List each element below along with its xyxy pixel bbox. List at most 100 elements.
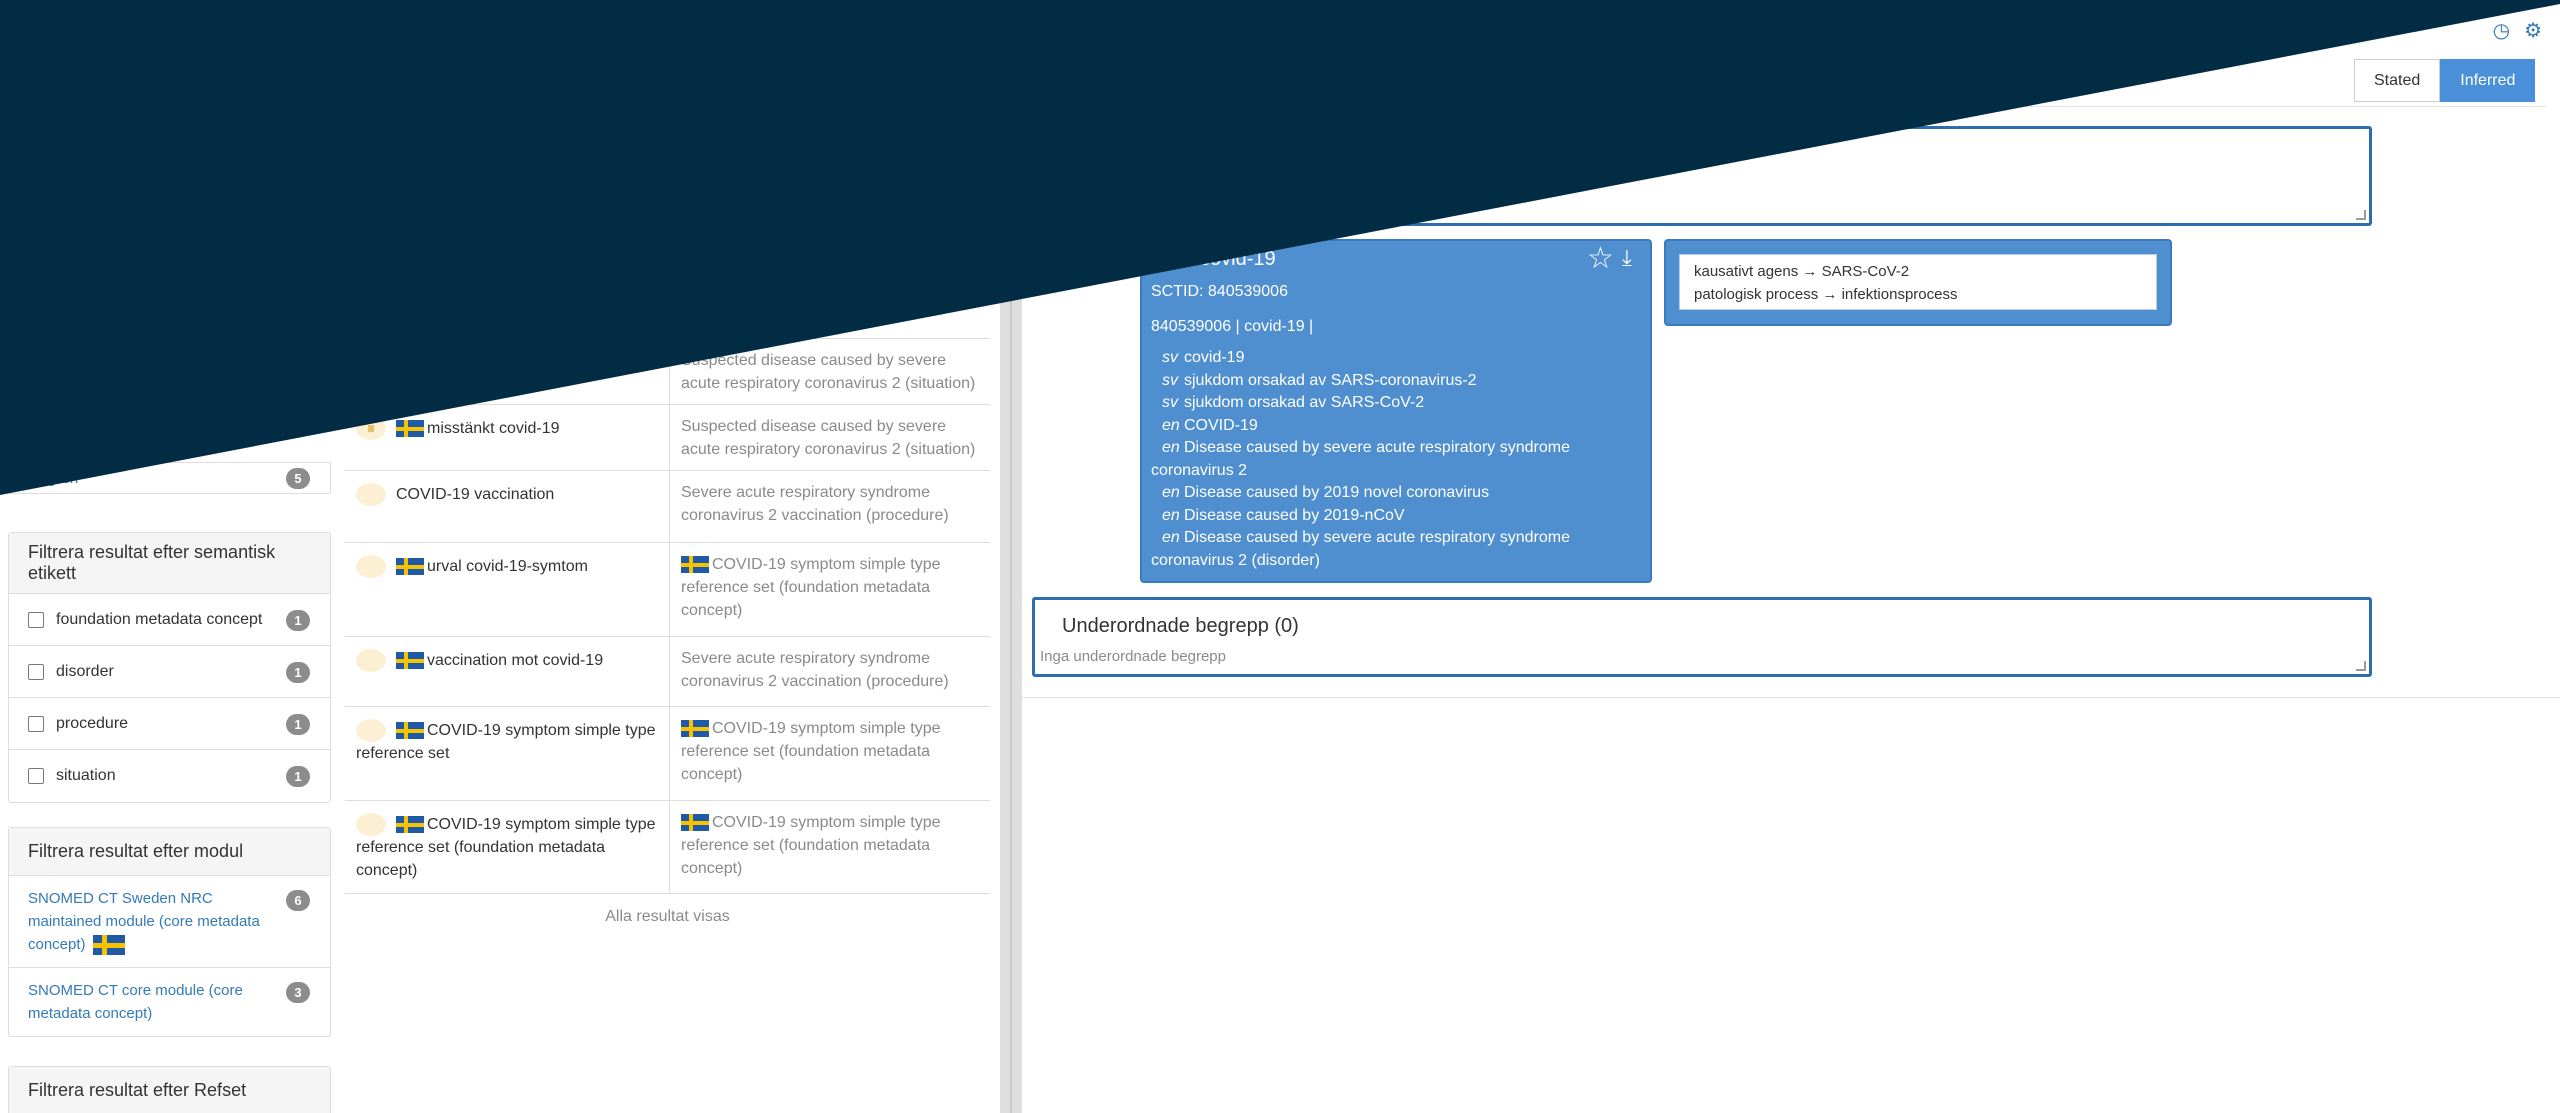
description-item: sv sjukdom orsakad av SARS-coronavirus-2 xyxy=(1151,370,1646,393)
module-filter-item[interactable]: SNOMED CT core module (core metadata con… xyxy=(9,968,330,1036)
description-text: sjukdom orsakad av SARS-CoV-2 xyxy=(1184,394,1425,411)
result-term-cell: COVID-19 vaccination xyxy=(345,471,669,514)
module-filter-label: SNOMED CT Sweden NRC maintained module (… xyxy=(28,890,260,953)
result-term: misstänkt covid-19 xyxy=(427,420,560,437)
module-filter-label: SNOMED CT core module (core metadata con… xyxy=(28,982,243,1022)
defined-concept-icon xyxy=(356,483,386,507)
semantic-filter-count: 1 xyxy=(286,766,310,787)
defined-concept-icon xyxy=(356,649,386,673)
refset-filter-panel: Filtrera resultat efter Refset xyxy=(8,1066,331,1113)
description-lang: en xyxy=(1162,439,1180,456)
stated-button[interactable]: Stated xyxy=(2354,59,2441,102)
result-fsn: Suspected disease caused by severe acute… xyxy=(669,405,990,470)
semantic-filter-item[interactable]: disorder 1 xyxy=(9,646,330,698)
language-filter-item[interactable]: English 5 xyxy=(8,462,331,494)
result-fsn-cell: COVID-19 symptom simple type reference s… xyxy=(669,543,990,636)
result-fsn-cell: COVID-19 symptom simple type reference s… xyxy=(669,707,990,800)
defined-concept-icon xyxy=(356,555,386,579)
children-panel: Underordnade begrepp (0) Inga underordna… xyxy=(1032,597,2372,677)
result-term-cell: misstänkt covid-19 xyxy=(345,405,669,448)
semantic-filter-checkbox[interactable] xyxy=(28,768,44,784)
module-filter-count: 3 xyxy=(286,982,310,1003)
attribute-value[interactable]: SARS-CoV-2 xyxy=(1822,263,1910,280)
semantic-filter-item[interactable]: situation 1 xyxy=(9,750,330,802)
arrow-right-icon: → xyxy=(1822,286,1838,303)
semantic-filter-checkbox[interactable] xyxy=(28,611,44,628)
children-subtitle: Inga underordnade begrepp xyxy=(1040,648,1226,665)
description-item: en Disease caused by 2019-nCoV xyxy=(1151,505,1646,528)
result-row[interactable]: COVID-19 symptom simple type reference s… xyxy=(345,800,990,893)
semantic-tag-filter-heading: Filtrera resultat efter semantisk etiket… xyxy=(9,533,330,594)
description-list: sv covid-19 sv sjukdom orsakad av SARS-cor… xyxy=(1151,347,1646,572)
divider xyxy=(1022,697,2560,698)
attribute-type: kausativt agens xyxy=(1694,263,1799,280)
sweden-flag-icon xyxy=(396,420,424,438)
result-fsn: COVID-19 symptom simple type reference s… xyxy=(681,720,941,783)
sweden-flag-icon xyxy=(92,935,125,956)
description-item: en Disease caused by 2019 novel coronavir… xyxy=(1151,482,1646,505)
refset-filter-heading: Filtrera resultat efter Refset xyxy=(9,1067,330,1113)
description-item: en Disease caused by severe acute respira… xyxy=(1151,527,1646,572)
result-term: vaccination mot covid-19 xyxy=(427,652,604,669)
description-lang: en xyxy=(1162,484,1180,501)
description-text: sjukdom orsakad av SARS-coronavirus-2 xyxy=(1184,371,1477,389)
semantic-tag-filter-panel: Filtrera resultat efter semantisk etiket… xyxy=(8,532,331,803)
all-results-shown-text: Alla resultat visas xyxy=(345,893,990,926)
concept-title: covid-19 xyxy=(1200,248,1276,270)
download-icon[interactable]: ⤓ xyxy=(1622,245,1632,271)
star-icon[interactable]: ☆ xyxy=(1587,241,1614,276)
result-row[interactable]: vaccination mot covid-19 Severe acute re… xyxy=(345,636,990,706)
semantic-filter-count: 1 xyxy=(286,662,310,683)
module-filter-heading: Filtrera resultat efter modul xyxy=(9,828,330,876)
result-row[interactable]: COVID-19 symptom simple type reference s… xyxy=(345,706,990,800)
semantic-filter-label: disorder xyxy=(56,662,114,680)
language-filter-count: 5 xyxy=(286,468,310,489)
description-text: COVID-19 xyxy=(1184,416,1258,434)
module-filter-count: 6 xyxy=(286,890,310,911)
language-filter-label: English xyxy=(29,470,79,487)
semantic-filter-checkbox[interactable] xyxy=(28,663,44,680)
semantic-filter-item[interactable]: procedure 1 xyxy=(9,698,330,750)
result-row[interactable]: Suspected disease caused by severe acute… xyxy=(345,338,990,404)
semantic-filter-label: procedure xyxy=(56,714,129,732)
focus-concept-card: covid-19 ☆ ⤓ SCTID: 840539006 840539006 … xyxy=(1140,239,1652,583)
inferred-button[interactable]: Inferred xyxy=(2440,59,2536,102)
defined-concept-icon xyxy=(356,813,386,837)
result-row[interactable]: misstänkt covid-19 Suspected disease cau… xyxy=(345,404,990,470)
results-column: Suspected disease caused by severe acute… xyxy=(345,0,993,1113)
sweden-flag-icon xyxy=(681,720,709,738)
semantic-filter-count: 1 xyxy=(286,714,310,735)
result-row[interactable]: COVID-19 vaccination Severe acute respir… xyxy=(345,470,990,542)
history-icon[interactable]: ◷ xyxy=(2493,18,2510,43)
concept-details-column: ◷ ⚙ Stated Inferred covid-19 ☆ ⤓ SCTID: … xyxy=(1022,0,2560,1113)
module-filter-item[interactable]: SNOMED CT Sweden NRC maintained module (… xyxy=(9,876,330,968)
attribute-value[interactable]: infektionsprocess xyxy=(1842,286,1958,303)
pane-splitter[interactable] xyxy=(1000,0,1022,1113)
description-lang: en xyxy=(1162,529,1180,546)
sweden-flag-icon xyxy=(396,816,424,834)
children-title: Underordnade begrepp (0) xyxy=(1062,615,1299,637)
gear-icon[interactable]: ⚙ xyxy=(2524,18,2542,43)
attribute-item: patologisk process → infektionsprocess xyxy=(1694,283,2142,306)
semantic-filter-checkbox[interactable] xyxy=(28,715,44,732)
attribute-type: patologisk process xyxy=(1694,286,1819,303)
divider xyxy=(1032,106,2546,107)
view-toggle: Stated Inferred xyxy=(2354,59,2536,102)
result-term xyxy=(345,339,669,359)
resize-handle-icon[interactable] xyxy=(2356,210,2366,220)
result-row[interactable]: urval covid-19-symtom COVID-19 symptom s… xyxy=(345,542,990,636)
sweden-flag-icon xyxy=(396,652,424,670)
result-term-cell: COVID-19 symptom simple type reference s… xyxy=(345,707,669,773)
concept-fsn-line: 840539006 | covid-19 | xyxy=(1151,318,1314,335)
result-fsn: Severe acute respiratory syndrome corona… xyxy=(669,637,990,706)
result-term: urval covid-19-symtom xyxy=(427,558,588,575)
sweden-flag-icon xyxy=(396,722,424,740)
attributes-list: kausativt agens → SARS-CoV-2 patologisk … xyxy=(1679,254,2157,310)
description-item: sv covid-19 xyxy=(1151,347,1646,370)
sweden-flag-icon xyxy=(681,556,709,574)
sweden-flag-icon xyxy=(681,814,709,832)
attribute-item: kausativt agens → SARS-CoV-2 xyxy=(1694,260,2142,283)
arrow-right-icon: → xyxy=(1802,263,1818,280)
semantic-filter-item[interactable]: foundation metadata concept 1 xyxy=(9,594,330,646)
resize-handle-icon[interactable] xyxy=(2356,661,2366,671)
